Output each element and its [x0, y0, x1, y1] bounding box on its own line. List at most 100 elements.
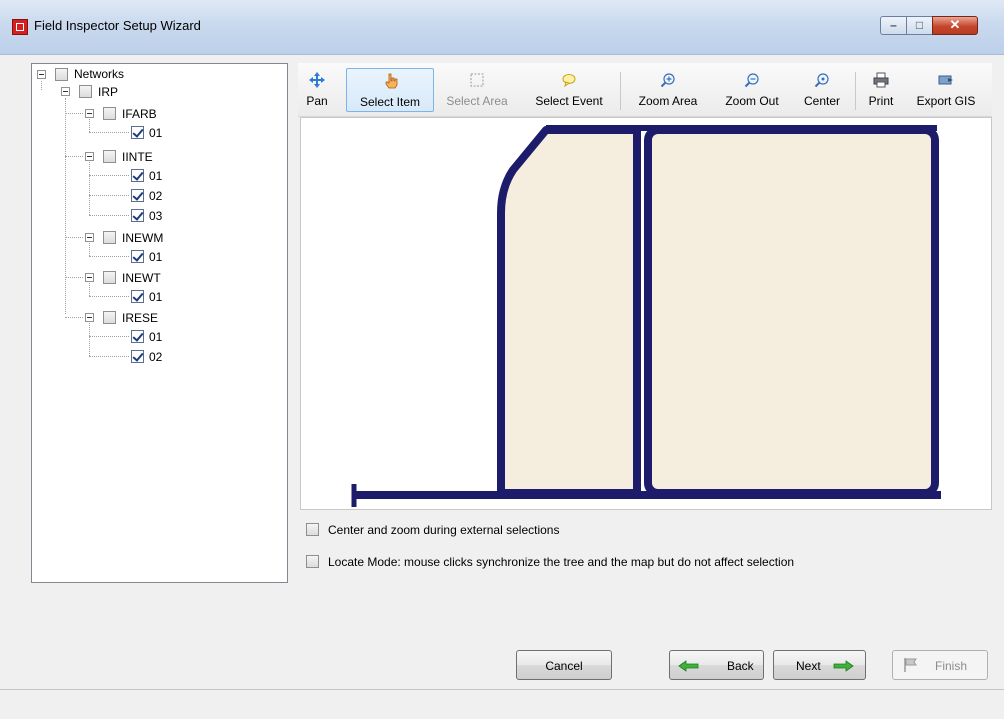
zoom-out-button[interactable]: Zoom Out: [714, 68, 790, 112]
tree-leaf-label: 02: [149, 350, 163, 364]
zoom-in-icon: [660, 73, 675, 88]
tree-connector: [89, 132, 129, 133]
collapse-icon[interactable]: [61, 87, 70, 96]
toolbar-label: Export GIS: [916, 94, 976, 108]
cancel-button[interactable]: Cancel: [516, 650, 612, 680]
select-event-button[interactable]: Select Event: [524, 68, 614, 112]
maximize-button[interactable]: □: [906, 16, 933, 35]
collapse-icon[interactable]: [85, 109, 94, 118]
finish-button[interactable]: Finish: [892, 650, 988, 680]
tree-connector: [65, 156, 83, 157]
tree-node-irese[interactable]: IRESE: [85, 310, 195, 326]
collapse-icon[interactable]: [85, 233, 94, 242]
tree-connector: [89, 119, 90, 132]
pan-button[interactable]: Pan: [302, 68, 332, 112]
toolbar-separator: [620, 72, 621, 110]
tree-leaf[interactable]: 02: [131, 188, 191, 204]
maximize-icon: □: [915, 18, 924, 32]
tree-leaf[interactable]: 01: [131, 125, 191, 141]
tree-leaf[interactable]: 01: [131, 289, 191, 305]
collapse-icon[interactable]: [37, 70, 46, 79]
tree-node-label: IRESE: [122, 311, 159, 325]
export-gis-button[interactable]: Export GIS: [904, 68, 988, 112]
inewm-checkbox[interactable]: [103, 231, 116, 244]
zoom-area-button[interactable]: Zoom Area: [628, 68, 708, 112]
tree-leaf[interactable]: 03: [131, 208, 191, 224]
tree-node-label: IRP: [98, 85, 119, 99]
next-button[interactable]: Next: [773, 650, 866, 680]
back-label: Back: [727, 659, 754, 673]
tree-connector: [89, 323, 90, 356]
tree-leaf-label: 01: [149, 250, 163, 264]
close-button[interactable]: ✕: [932, 16, 978, 35]
toolbar-label: Print: [868, 94, 894, 108]
tree-leaf-label: 01: [149, 169, 163, 183]
zoom-center-icon: [814, 73, 829, 88]
toolbar-label: Zoom Area: [638, 94, 698, 108]
leaf-checkbox[interactable]: [131, 209, 144, 222]
app-icon: [12, 19, 28, 35]
collapse-icon[interactable]: [85, 273, 94, 282]
tree-node-label: Networks: [74, 67, 125, 81]
center-zoom-checkbox[interactable]: [306, 523, 319, 536]
tree-node-irp[interactable]: IRP: [61, 84, 151, 100]
zoom-out-icon: [744, 73, 759, 88]
tree-node-networks[interactable]: Networks: [37, 67, 167, 83]
network-map: [351, 125, 941, 507]
leaf-checkbox[interactable]: [131, 169, 144, 182]
leaf-checkbox[interactable]: [131, 350, 144, 363]
center-zoom-option[interactable]: Center and zoom during external selectio…: [306, 523, 636, 539]
back-button[interactable]: Back: [669, 650, 764, 680]
network-tree[interactable]: Networks IRP IFARB 01 IINTE 01 02 03 INE…: [31, 63, 288, 583]
tree-leaf-label: 01: [149, 290, 163, 304]
map-canvas[interactable]: [300, 117, 992, 510]
tree-node-label: INEWM: [122, 231, 164, 245]
arrow-right-icon: [833, 660, 854, 672]
tree-connector: [65, 277, 83, 278]
toolbar-label: Zoom Out: [725, 94, 779, 108]
locate-mode-checkbox[interactable]: [306, 555, 319, 568]
tree-node-inewt[interactable]: INEWT: [85, 270, 195, 286]
tree-leaf-label: 02: [149, 189, 163, 203]
leaf-checkbox[interactable]: [131, 330, 144, 343]
tree-node-ifarb[interactable]: IFARB: [85, 106, 195, 122]
leaf-checkbox[interactable]: [131, 290, 144, 303]
printer-icon: [873, 72, 889, 88]
leaf-checkbox[interactable]: [131, 189, 144, 202]
toolbar-label: Pan: [306, 94, 328, 108]
tree-leaf-label: 01: [149, 330, 163, 344]
select-item-button[interactable]: Select Item: [346, 68, 434, 112]
collapse-icon[interactable]: [85, 313, 94, 322]
ifarb-checkbox[interactable]: [103, 107, 116, 120]
leaf-checkbox[interactable]: [131, 250, 144, 263]
tree-connector: [89, 256, 129, 257]
tree-leaf[interactable]: 01: [131, 168, 191, 184]
leaf-checkbox[interactable]: [131, 126, 144, 139]
collapse-icon[interactable]: [85, 152, 94, 161]
close-icon: ✕: [949, 17, 961, 32]
inewt-checkbox[interactable]: [103, 271, 116, 284]
tree-node-inewm[interactable]: INEWM: [85, 230, 195, 246]
minimize-button[interactable]: –: [880, 16, 907, 35]
print-button[interactable]: Print: [860, 68, 902, 112]
irp-checkbox[interactable]: [79, 85, 92, 98]
finish-label: Finish: [935, 659, 968, 673]
tree-leaf[interactable]: 01: [131, 329, 191, 345]
center-button[interactable]: Center: [794, 68, 850, 112]
tree-connector: [89, 195, 129, 196]
next-label: Next: [796, 659, 821, 673]
tree-connector: [65, 237, 83, 238]
hand-pointer-icon: [385, 73, 398, 89]
speech-bubble-icon: [562, 74, 576, 88]
tree-node-label: INEWT: [122, 271, 161, 285]
iinte-checkbox[interactable]: [103, 150, 116, 163]
irese-checkbox[interactable]: [103, 311, 116, 324]
flag-icon: [904, 658, 917, 672]
tree-leaf[interactable]: 02: [131, 349, 191, 365]
networks-checkbox[interactable]: [55, 68, 68, 81]
select-area-button[interactable]: Select Area: [436, 68, 518, 112]
tree-leaf[interactable]: 01: [131, 249, 191, 265]
locate-mode-option[interactable]: Locate Mode: mouse clicks synchronize th…: [306, 555, 876, 571]
tree-node-label: IINTE: [122, 150, 153, 164]
tree-node-iinte[interactable]: IINTE: [85, 149, 195, 165]
